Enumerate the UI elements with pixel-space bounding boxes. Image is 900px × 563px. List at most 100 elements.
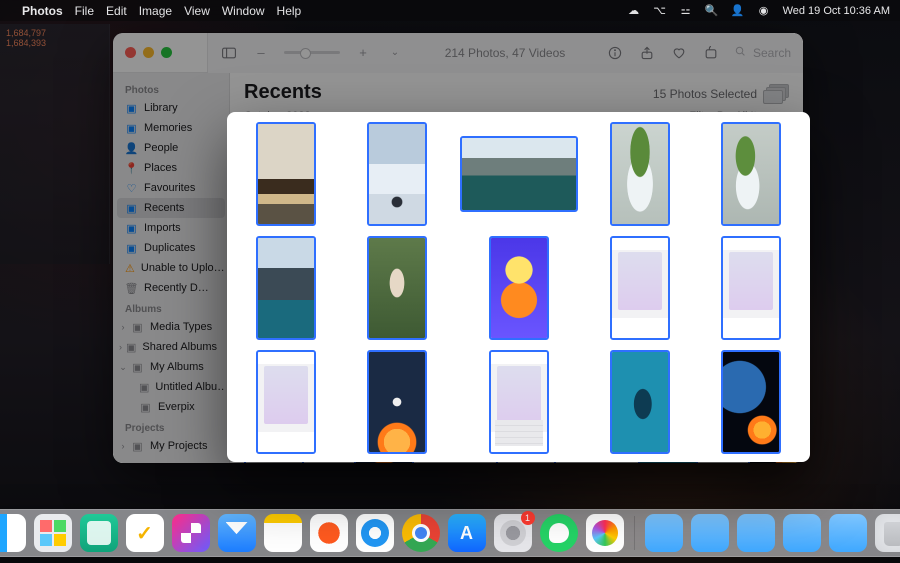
selected-photos-panel [227,112,810,462]
sidebar: Photos▣Library▣Memories👤People📍Places♡Fa… [113,73,230,463]
sidebar-item-media-types[interactable]: ›▣Media Types [117,317,225,337]
photo-potted-plant-2[interactable] [721,122,781,226]
dock-app-chrome[interactable] [402,514,440,552]
sidebar-item-recents[interactable]: ▣Recents [117,198,225,218]
menu-image[interactable]: Image [139,4,172,18]
photo-dog[interactable] [367,236,427,340]
photo-mountain-lake[interactable] [460,136,578,212]
zoom-slider[interactable] [284,51,340,54]
dock-app-finder[interactable] [0,514,26,552]
dock-documents-folder[interactable] [691,514,729,552]
dock-app-calculator[interactable] [80,514,118,552]
dock-app-brave[interactable] [310,514,348,552]
dock-app-notes[interactable] [264,514,302,552]
aspect-chevron-icon[interactable]: ⌄ [386,44,404,62]
spotlight-icon[interactable]: 🔍 [705,4,719,18]
favourite-icon[interactable] [670,44,688,62]
sidebar-item-label: My Projects [150,440,207,452]
app-menu[interactable]: Photos [22,4,63,18]
sidebar-item-label: Untitled Albu… [155,381,225,393]
sidebar-item-untitled-albu-[interactable]: ▣ Untitled Albu… [117,377,225,397]
dock: 1 [0,509,900,557]
screenshot-phone-plant-1[interactable] [610,236,670,340]
photo-potted-plant-1[interactable] [610,122,670,226]
menu-edit[interactable]: Edit [106,4,127,18]
photo-autumn-valley[interactable] [256,122,316,226]
siri-icon[interactable]: ◉ [757,4,771,18]
dock-app-things[interactable] [126,514,164,552]
cloud-icon[interactable]: ☁︎ [627,4,641,18]
sidebar-item-label: Shared Albums [142,341,217,353]
dock-app-safari[interactable] [356,514,394,552]
sidebar-section-projects: Projects [117,417,225,436]
search-field[interactable]: Search [734,45,791,61]
sidebar-item-label: Duplicates [144,242,195,254]
clock-icon: ▣ [125,202,138,215]
dock-app-system-settings[interactable]: 1 [494,514,532,552]
rectangle-icon: ▣ [139,381,149,394]
screenshot-phone-plant-2[interactable] [721,236,781,340]
sidebar-item-people[interactable]: 👤People [117,138,225,158]
dock-app-launchpad[interactable] [34,514,72,552]
dock-app-mail[interactable] [218,514,256,552]
sidebar-item-label: People [144,142,178,154]
rotate-icon[interactable] [702,44,720,62]
sidebar-toggle-icon[interactable] [220,44,238,62]
share-icon[interactable] [638,44,656,62]
sidebar-item-label: Imports [144,222,181,234]
menubar-datetime[interactable]: Wed 19 Oct 10:36 AM [783,5,890,17]
photo-spaceship[interactable] [721,350,781,454]
users-icon[interactable]: 👤 [731,4,745,18]
rectangle-icon: ▣ [139,401,152,414]
folder-icon: ▣ [131,440,144,453]
photo-mountain-lake-2[interactable] [256,236,316,340]
window-minimize-button[interactable] [143,47,154,58]
toolbar: – + ⌄ 214 Photos, 47 Videos Search [207,33,803,73]
sidebar-item-unable-to-uplo-[interactable]: ⚠Unable to Uplo… [117,258,225,278]
sidebar-section-photos: Photos [117,79,225,98]
sidebar-item-label: Memories [144,122,192,134]
dock-desktop-folder[interactable] [737,514,775,552]
sidebar-item-places[interactable]: 📍Places [117,158,225,178]
selection-stack-icon[interactable] [763,84,789,104]
dock-app-shortcuts[interactable] [172,514,210,552]
photo-rocket-launch[interactable] [367,350,427,454]
photo-snowy-road[interactable] [367,122,427,226]
sidebar-item-shared-albums[interactable]: ›▣Shared Albums [117,337,225,357]
menu-window[interactable]: Window [222,4,265,18]
window-fullscreen-button[interactable] [161,47,172,58]
menu-view[interactable]: View [184,4,210,18]
photo-whale[interactable] [610,350,670,454]
window-close-button[interactable] [125,47,136,58]
control-center-icon[interactable]: ⌥ [653,4,667,18]
dock-app-whatsapp[interactable] [540,514,578,552]
sidebar-item-my-projects[interactable]: ›▣My Projects [117,436,225,456]
dock-app-app-store[interactable] [448,514,486,552]
zoom-out-icon[interactable]: – [252,44,270,62]
dock-app-photos[interactable] [586,514,624,552]
menu-help[interactable]: Help [277,4,302,18]
screenshot-phone-keyboard[interactable] [489,350,549,454]
heart-icon: ♡ [125,182,138,195]
sidebar-item-everpix[interactable]: ▣Everpix [117,397,225,417]
photo-naruto[interactable] [489,236,549,340]
sidebar-item-my-albums[interactable]: ⌄▣My Albums [117,357,225,377]
sidebar-item-library[interactable]: ▣Library [117,98,225,118]
dock-pictures-folder[interactable] [829,514,867,552]
info-icon[interactable] [606,44,624,62]
wifi-icon[interactable]: ⚍ [679,4,693,18]
sidebar-item-label: Media Types [150,321,212,333]
dock-downloads-folder[interactable] [645,514,683,552]
menu-file[interactable]: File [75,4,94,18]
sidebar-item-memories[interactable]: ▣Memories [117,118,225,138]
zoom-in-icon[interactable]: + [354,44,372,62]
sidebar-item-duplicates[interactable]: ▣Duplicates [117,238,225,258]
sidebar-item-label: Recently D… [144,282,209,294]
sidebar-item-favourites[interactable]: ♡Favourites [117,178,225,198]
sidebar-item-recently-d-[interactable]: 🗑Recently D… [117,278,225,298]
page-title: Recents [244,81,322,104]
sidebar-item-imports[interactable]: ▣Imports [117,218,225,238]
dock-trash[interactable] [875,514,900,552]
screenshot-phone-chat[interactable] [256,350,316,454]
dock-applications-folder[interactable] [783,514,821,552]
